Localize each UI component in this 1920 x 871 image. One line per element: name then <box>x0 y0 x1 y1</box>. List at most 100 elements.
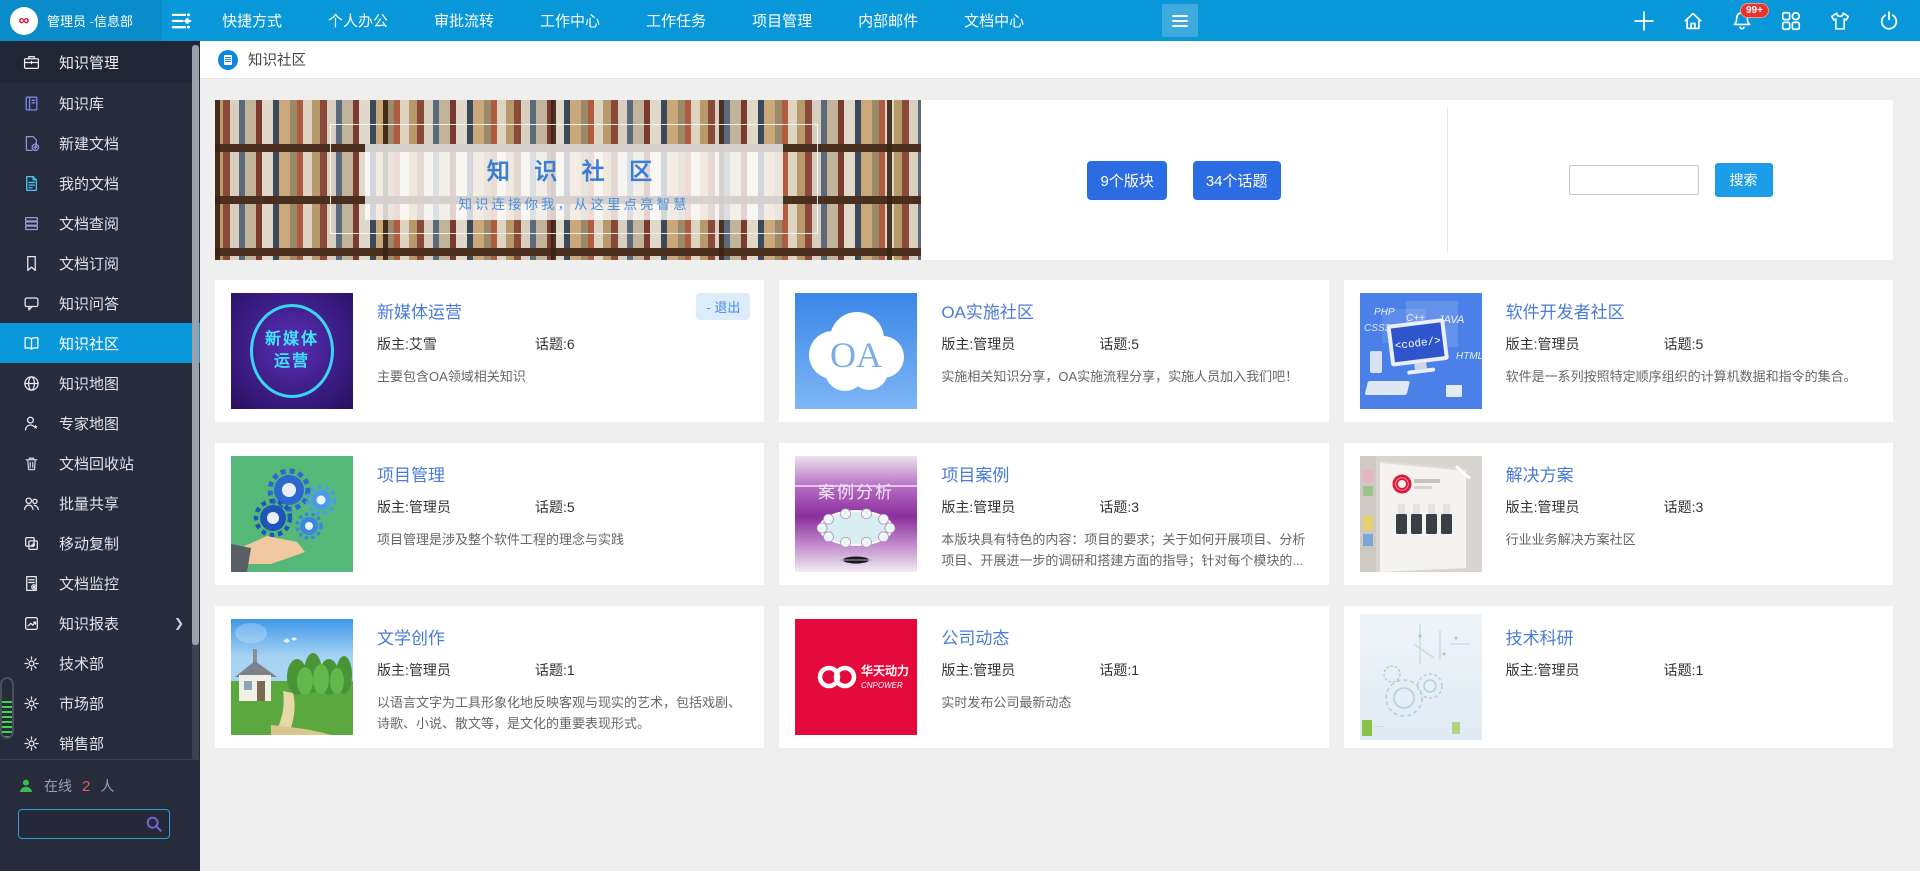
card-title-link[interactable]: 项目管理 <box>377 461 445 486</box>
sidebar-item-12[interactable]: 移动复制 <box>0 523 200 563</box>
sidebar-scrollbar-thumb[interactable] <box>192 45 199 645</box>
card-meta: 版主:管理员话题:5 <box>377 497 624 517</box>
card-title-link[interactable]: 技术科研 <box>1506 624 1574 649</box>
card-title-link[interactable]: OA实施社区 <box>941 298 1034 323</box>
sidebar-item-13[interactable]: 文档监控 <box>0 563 200 603</box>
nav-item-3[interactable]: 审批流转 <box>434 10 494 31</box>
search-icon[interactable] <box>145 815 163 833</box>
sidebar-item-7[interactable]: 知识社区 <box>0 323 200 363</box>
panel-drag-handle[interactable] <box>0 677 14 739</box>
nav-item-6[interactable]: 项目管理 <box>752 10 812 31</box>
card-title-link[interactable]: 文学创作 <box>377 624 445 649</box>
card-title-link[interactable]: 公司动态 <box>941 624 1009 649</box>
card-thumbnail-cn: 华天动力CNPOWER <box>795 619 917 735</box>
company-logo-icon[interactable]: ∞ <box>10 7 38 35</box>
sidebar-item-label: 知识报表 <box>59 613 119 634</box>
community-card-1[interactable]: 新媒体运营新媒体运营版主:艾雪话题:6主要包含OA领域相关知识- 退出 <box>215 280 764 422</box>
card-thumbnail-tech: ∙∙∙∙∙∙ <box>1360 614 1482 740</box>
stat-badge-1[interactable]: 9个版块 <box>1087 161 1166 200</box>
community-search: 搜索 <box>1448 100 1893 260</box>
sidebar-item-1[interactable]: 知识库 <box>0 83 200 123</box>
card-thumbnail-pm <box>231 456 353 572</box>
card-topic-count: 话题:1 <box>1664 662 1704 678</box>
card-description: 软件是一系列按照特定顺序组织的计算机数据和指令的集合。 <box>1506 366 1857 387</box>
notifications-bell-icon[interactable]: 99+ <box>1731 10 1753 32</box>
card-description: 实时发布公司最新动态 <box>941 692 1139 713</box>
sidebar-item-label: 销售部 <box>59 733 104 754</box>
sidebar-item-6[interactable]: 知识问答 <box>0 283 200 323</box>
banner-text-box: 知 识 社 区 知识连接你我，从这里点亮智慧 <box>365 144 783 220</box>
banner-image: 知 识 社 区 知识连接你我，从这里点亮智慧 <box>215 100 921 260</box>
card-title-link[interactable]: 解决方案 <box>1506 461 1574 486</box>
sidebar-scrollbar-track[interactable] <box>192 45 199 760</box>
sidebar-item-label: 知识库 <box>59 93 104 114</box>
community-card-5[interactable]: 案例分析项目案例版主:管理员话题:3本版块具有特色的内容：项目的要求；关于如何开… <box>779 443 1328 585</box>
svg-text:案例分析: 案例分析 <box>818 483 894 502</box>
card-title-link[interactable]: 软件开发者社区 <box>1506 298 1625 323</box>
community-card-4[interactable]: 项目管理版主:管理员话题:5项目管理是涉及整个软件工程的理念与实践 <box>215 443 764 585</box>
card-info: 技术科研版主:管理员话题:1 <box>1506 618 1704 736</box>
sidebar-item-label: 专家地图 <box>59 413 119 434</box>
online-count: 2 <box>82 778 90 795</box>
sidebar-item-3[interactable]: 我的文档 <box>0 163 200 203</box>
community-card-3[interactable]: PHPC++JAVACSS3HTML<code/>软件开发者社区版主:管理员话题… <box>1344 280 1893 422</box>
sidebar-item-4[interactable]: 文档查阅 <box>0 203 200 243</box>
sidebar-item-2[interactable]: 新建文档 <box>0 123 200 163</box>
nav-item-7[interactable]: 内部邮件 <box>858 10 918 31</box>
power-logout-icon[interactable] <box>1878 10 1900 32</box>
online-label: 在线 <box>44 776 72 796</box>
sidebar-item-9[interactable]: 专家地图 <box>0 403 200 443</box>
card-thumbnail-case: 案例分析 <box>795 456 917 572</box>
sidebar-item-16[interactable]: 市场部 <box>0 683 200 723</box>
sidebar-toggle-icon[interactable] <box>168 8 194 34</box>
main-area: 知识社区 知 识 社 区 知识连接你我，从这里点亮智慧 9个版块 34个话题 搜索… <box>200 41 1920 871</box>
breadcrumb: 知识社区 <box>200 41 1920 79</box>
theme-shirt-icon[interactable] <box>1829 10 1851 32</box>
card-topic-count: 话题:6 <box>535 336 575 352</box>
nav-more-button[interactable] <box>1162 4 1198 37</box>
community-card-6[interactable]: 解决方案版主:管理员话题:3行业业务解决方案社区 <box>1344 443 1893 585</box>
community-icon <box>23 335 40 352</box>
qa-icon <box>23 295 40 312</box>
sidebar-item-11[interactable]: 批量共享 <box>0 483 200 523</box>
nav-item-2[interactable]: 个人办公 <box>328 10 388 31</box>
card-meta: 版主:管理员话题:5 <box>1506 334 1857 354</box>
current-user-label: 管理员 -信息部 <box>47 11 133 30</box>
add-icon[interactable] <box>1633 10 1655 32</box>
briefcase-icon <box>23 54 40 71</box>
card-description: 行业业务解决方案社区 <box>1506 529 1704 550</box>
community-search-input[interactable] <box>1569 165 1699 195</box>
community-card-7[interactable]: 文学创作版主:管理员话题:1以语言文字为工具形象化地反映客观与现实的艺术，包括戏… <box>215 606 764 748</box>
card-moderator: 版主:管理员 <box>377 660 535 680</box>
sidebar-item-label: 知识地图 <box>59 373 119 394</box>
search-button[interactable]: 搜索 <box>1715 163 1773 197</box>
card-title-link[interactable]: 新媒体运营 <box>377 298 462 323</box>
card-description: 实施相关知识分享，OA实施流程分享，实施人员加入我们吧！ <box>941 366 1298 387</box>
card-meta: 版主:艾雪话题:6 <box>377 334 575 354</box>
sidebar-item-5[interactable]: 文档订阅 <box>0 243 200 283</box>
notification-count-badge: 99+ <box>1740 3 1769 18</box>
sidebar-menu: 知识库新建文档我的文档文档查阅文档订阅知识问答知识社区知识地图专家地图文档回收站… <box>0 83 200 759</box>
card-moderator: 版主:管理员 <box>941 497 1099 517</box>
sidebar-item-17[interactable]: 销售部 <box>0 723 200 759</box>
apps-grid-icon[interactable] <box>1780 10 1802 32</box>
card-moderator: 版主:管理员 <box>1506 660 1664 680</box>
exit-community-button[interactable]: - 退出 <box>696 293 750 320</box>
sidebar-item-10[interactable]: 文档回收站 <box>0 443 200 483</box>
card-moderator: 版主:管理员 <box>941 334 1099 354</box>
home-icon[interactable] <box>1682 10 1704 32</box>
nav-item-5[interactable]: 工作任务 <box>646 10 706 31</box>
nav-item-4[interactable]: 工作中心 <box>540 10 600 31</box>
community-card-2[interactable]: OAOA实施社区版主:管理员话题:5实施相关知识分享，OA实施流程分享，实施人员… <box>779 280 1328 422</box>
nav-item-8[interactable]: 文档中心 <box>964 10 1024 31</box>
sidebar-item-14[interactable]: 知识报表❯ <box>0 603 200 643</box>
card-meta: 版主:管理员话题:3 <box>941 497 1312 517</box>
nav-item-1[interactable]: 快捷方式 <box>222 10 282 31</box>
sidebar-item-8[interactable]: 知识地图 <box>0 363 200 403</box>
sidebar-header-knowledge-management[interactable]: 知识管理 <box>0 41 200 83</box>
card-title-link[interactable]: 项目案例 <box>941 461 1009 486</box>
stat-badge-2[interactable]: 34个话题 <box>1193 161 1281 200</box>
community-card-8[interactable]: 华天动力CNPOWER公司动态版主:管理员话题:1实时发布公司最新动态 <box>779 606 1328 748</box>
sidebar-item-15[interactable]: 技术部 <box>0 643 200 683</box>
community-card-9[interactable]: ∙∙∙∙∙∙技术科研版主:管理员话题:1 <box>1344 606 1893 748</box>
